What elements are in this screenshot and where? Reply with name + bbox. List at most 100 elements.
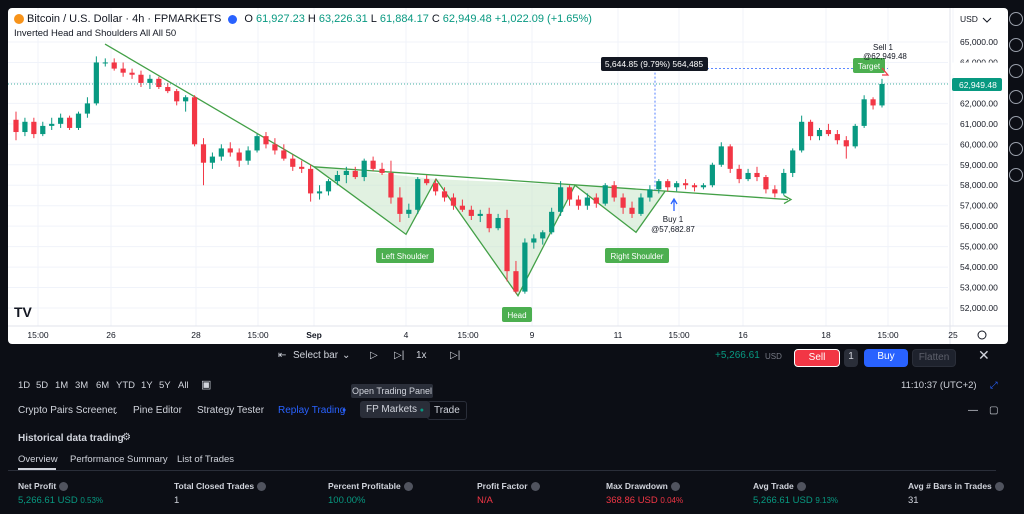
select-bar-button[interactable]: Select bar [293, 350, 338, 361]
tab-strategy-tester[interactable]: Strategy Tester [197, 405, 264, 416]
info-icon[interactable] [59, 482, 69, 492]
price-tick: 52,000.00 [960, 303, 998, 313]
info-icon[interactable] [994, 482, 1004, 492]
price-tick: 59,000.00 [960, 160, 998, 170]
step-forward-icon[interactable]: ▷| [394, 350, 404, 361]
price-tick: 57,000.00 [960, 201, 998, 211]
candle-body [325, 181, 332, 192]
candle-body [799, 121, 805, 151]
maximize-icon[interactable]: ▢ [989, 405, 998, 416]
head-label: Head [507, 311, 526, 320]
sell-label: Sell 1 [873, 43, 894, 52]
expand-icon[interactable]: ⤢ [990, 380, 998, 391]
quantity-field[interactable]: 1 [844, 349, 858, 367]
chevron-down-icon[interactable]: ⌄ [342, 350, 350, 361]
tf-1m[interactable]: 1M [55, 380, 68, 391]
notifications-icon[interactable] [1009, 168, 1023, 182]
tab-crypto-screener[interactable]: Crypto Pairs Screener [18, 405, 116, 416]
tf-ytd[interactable]: YTD [116, 380, 135, 391]
subtab-performance-summary[interactable]: Performance Summary [70, 454, 168, 465]
tf-5y[interactable]: 5Y [159, 380, 171, 391]
watchlist-icon[interactable] [1009, 12, 1023, 26]
candle-body [272, 144, 278, 151]
time-tick: 28 [191, 330, 201, 340]
subtab-list-of-trades[interactable]: List of Trades [177, 454, 234, 465]
info-icon[interactable] [403, 482, 413, 492]
tab-pine-editor[interactable]: Pine Editor [133, 405, 182, 416]
price-chart[interactable]: 5,644.85 (9.79%) 564,485 Left Shoulder Hea… [8, 8, 1008, 344]
tf-5d[interactable]: 5D [36, 380, 48, 391]
metric-value: N/A [477, 495, 493, 507]
buy-button[interactable]: Buy [864, 349, 908, 367]
clock-display[interactable]: 11:10:37 (UTC+2) [901, 380, 977, 391]
candle-body [700, 185, 707, 188]
ohlc-c-label: C [431, 13, 440, 25]
ohlc-low: 61,884.17 [379, 13, 429, 25]
date-range-icon[interactable]: ▣ [201, 378, 211, 391]
candle-body [486, 213, 492, 229]
last-price-tag: 62,949.48 [959, 80, 997, 90]
sell-button[interactable]: Sell [794, 349, 840, 367]
candle-body [450, 197, 457, 206]
candle-body [647, 189, 653, 198]
candle-body [665, 181, 671, 188]
minimize-icon[interactable]: — [968, 405, 978, 416]
metric-avg-bars: Avg # Bars in Trades 31 [908, 481, 1004, 506]
metric-label: Net Profit [18, 481, 57, 491]
price-tick: 56,000.00 [960, 221, 998, 231]
indicator-legend[interactable]: Inverted Head and Shoulders All All 50 [14, 28, 176, 39]
tf-1y[interactable]: 1Y [141, 380, 153, 391]
candle-body [807, 121, 814, 137]
flatten-button[interactable]: Flatten [912, 349, 956, 367]
symbol-title[interactable]: Bitcoin / U.S. Dollar · 4h · FPMARKETS [27, 13, 221, 25]
tf-6m[interactable]: 6M [96, 380, 109, 391]
tf-1d[interactable]: 1D [18, 380, 30, 391]
time-tick: 4 [404, 330, 409, 340]
metric-label: Avg Trade [753, 481, 794, 491]
metric-sub: 0.04% [660, 496, 684, 506]
metric-value: 5,266.61 USD [753, 495, 813, 507]
chart-area[interactable]: 5,644.85 (9.79%) 564,485 Left Shoulder Hea… [8, 8, 1008, 344]
candle-body [102, 62, 108, 64]
time-tick: 15:00 [457, 330, 479, 340]
settings-icon[interactable] [977, 330, 987, 340]
subtab-overview[interactable]: Overview [18, 454, 58, 465]
info-icon[interactable] [796, 482, 806, 492]
tf-all[interactable]: All [178, 380, 189, 391]
metric-value: 31 [908, 495, 919, 507]
chat-icon[interactable] [1009, 90, 1023, 104]
info-icon[interactable] [257, 482, 267, 492]
candle-body [825, 129, 832, 135]
metric-label: Profit Factor [477, 481, 528, 491]
speed-button[interactable]: 1x [416, 350, 427, 361]
tab-trade[interactable]: Trade [427, 401, 467, 420]
tooltip: Open Trading Panel [351, 384, 433, 398]
time-tick: 25 [948, 330, 958, 340]
jump-to-realtime-icon[interactable]: ▷| [450, 350, 460, 361]
select-bar-icon[interactable]: ⇤ [278, 350, 286, 361]
candle-body [191, 97, 198, 145]
metric-label: Percent Profitable [328, 481, 401, 491]
alerts-icon[interactable] [1009, 38, 1023, 52]
candle-body [263, 136, 269, 145]
info-icon[interactable] [530, 482, 540, 492]
candle-body [111, 62, 117, 69]
tf-3m[interactable]: 3M [75, 380, 88, 391]
candle-body [540, 232, 546, 239]
info-icon[interactable] [670, 482, 680, 492]
ohlc-close: 62,949.48 [442, 13, 492, 25]
candle-body [370, 160, 376, 169]
clock-icon[interactable] [1009, 64, 1023, 78]
candle-body [245, 150, 251, 161]
close-icon[interactable]: ✕ [978, 347, 990, 364]
play-icon[interactable]: ▷ [370, 350, 378, 361]
chevron-down-icon[interactable]: ⌄ [112, 407, 119, 416]
ideas-icon[interactable] [1009, 116, 1023, 130]
candle-body [611, 185, 617, 198]
tab-fp-markets[interactable]: FP Markets ● [360, 401, 430, 418]
calendar-icon[interactable] [1009, 142, 1023, 156]
candle-body [183, 97, 189, 102]
tab-replay-trading[interactable]: Replay Trading [278, 405, 345, 416]
settings-gear-icon[interactable]: ⚙ [122, 432, 131, 443]
candle-body [870, 99, 876, 106]
